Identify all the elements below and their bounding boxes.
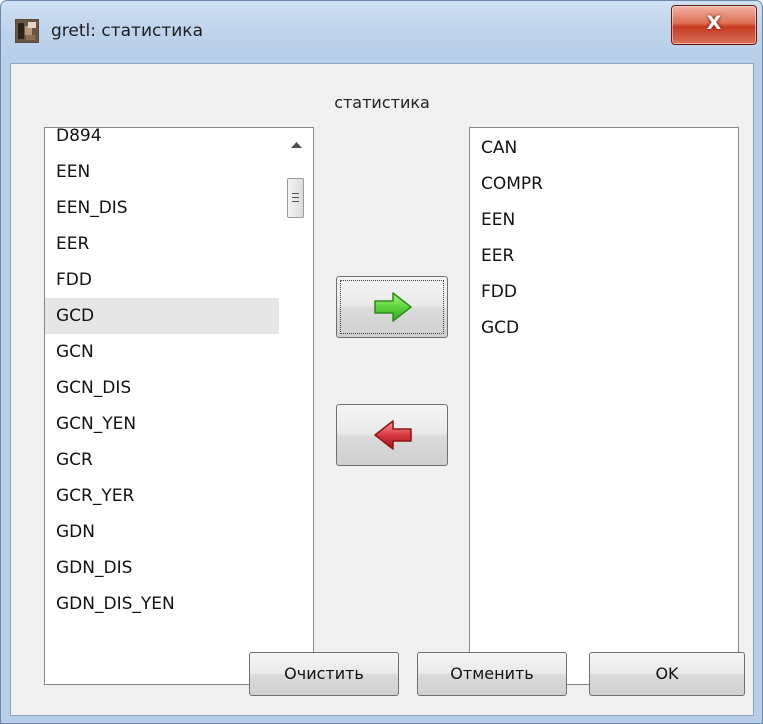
list-item[interactable]: D894 [45, 128, 279, 154]
list-item[interactable]: GDN [45, 514, 279, 550]
list-item[interactable]: GCR_YER [45, 478, 279, 514]
green-arrow-right-icon [374, 292, 412, 322]
list-item[interactable]: GCN [45, 334, 279, 370]
ok-button[interactable]: OK [589, 652, 745, 696]
window-title: gretl: статистика [51, 21, 203, 41]
cancel-button[interactable]: Отменить [417, 652, 567, 696]
dialog-body: статистика D894 EEN EEN_DIS EER FDD GCD … [10, 63, 754, 716]
list-item[interactable]: EER [45, 226, 279, 262]
scroll-up-arrow-icon[interactable] [280, 128, 313, 162]
list-item[interactable]: GCN_YEN [45, 406, 279, 442]
list-item[interactable]: COMPR [470, 166, 738, 202]
vertical-scrollbar[interactable] [280, 128, 313, 684]
list-item[interactable]: GDN_DIS [45, 550, 279, 586]
add-selected-button[interactable] [336, 276, 448, 338]
gretl-app-icon [15, 19, 39, 43]
list-item[interactable]: EER [470, 238, 738, 274]
list-item[interactable]: EEN_DIS [45, 190, 279, 226]
remove-selected-button[interactable] [336, 404, 448, 466]
ok-button-label: OK [655, 664, 679, 683]
selected-variables-list[interactable]: CAN COMPR EEN EER FDD GCD [469, 127, 739, 685]
cancel-button-label: Отменить [450, 664, 534, 683]
clear-button-label: Очистить [284, 664, 364, 683]
list-item[interactable]: FDD [45, 262, 279, 298]
clear-button[interactable]: Очистить [249, 652, 399, 696]
list-item[interactable]: EEN [45, 154, 279, 190]
close-icon: X [706, 12, 722, 34]
list-item-selected[interactable]: GCD [45, 298, 279, 334]
title-bar[interactable]: gretl: статистика X [1, 1, 762, 63]
list-item[interactable]: GDN_DIS_YEN [45, 586, 279, 622]
close-button[interactable]: X [671, 5, 757, 45]
list-item[interactable]: GCN_DIS [45, 370, 279, 406]
scrollbar-thumb[interactable] [287, 178, 304, 218]
available-variables-list[interactable]: D894 EEN EEN_DIS EER FDD GCD GCN GCN_DIS… [44, 127, 314, 685]
list-item[interactable]: CAN [470, 130, 738, 166]
list-item[interactable]: GCR [45, 442, 279, 478]
dialog-caption: статистика [334, 93, 430, 112]
red-arrow-left-icon [374, 420, 412, 450]
dialog-window: gretl: статистика X статистика D894 EEN … [0, 0, 763, 724]
list-item[interactable]: EEN [470, 202, 738, 238]
list-item[interactable]: GCD [470, 310, 738, 346]
list-item[interactable]: FDD [470, 274, 738, 310]
